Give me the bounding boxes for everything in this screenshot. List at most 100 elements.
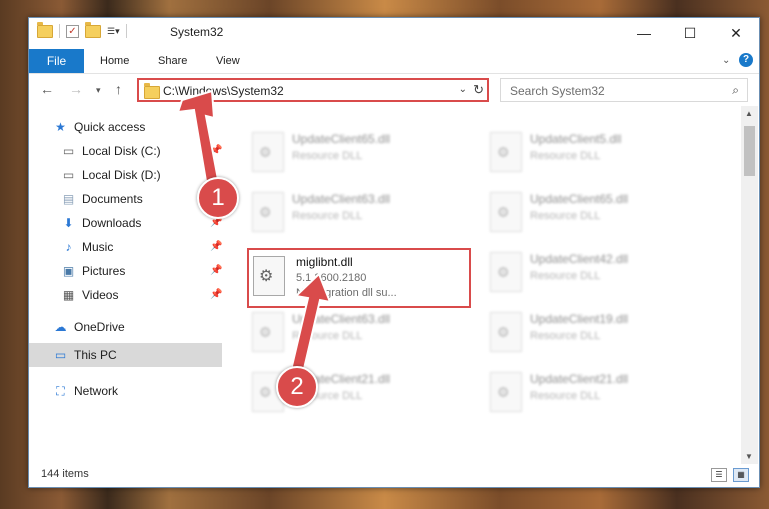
sidebar-item-quick-access[interactable]: ★ Quick access xyxy=(53,115,145,139)
search-input[interactable]: Search System32 ⌕ xyxy=(500,78,748,102)
scroll-down-icon[interactable]: ▼ xyxy=(745,452,753,461)
file-name: UpdateClient5.dll xyxy=(530,132,622,146)
address-path[interactable]: C:\Windows\System32 xyxy=(163,84,284,98)
properties-icon[interactable]: ✓ xyxy=(66,24,79,38)
highlighted-file-miglibnt[interactable]: ⚙ miglibnt.dll 5.1.2600.2180 NT migratio… xyxy=(247,248,471,308)
computer-icon: ▭ xyxy=(54,347,67,362)
sidebar-item-onedrive[interactable]: ☁ OneDrive xyxy=(53,315,125,339)
pin-icon[interactable]: 📌 xyxy=(210,265,222,276)
customize-icon[interactable]: ☰▾ xyxy=(107,26,120,37)
sidebar-item-this-pc[interactable]: ▭ This PC xyxy=(29,343,222,367)
scroll-up-icon[interactable]: ▲ xyxy=(745,109,753,118)
details-view-icon[interactable]: ☰ xyxy=(711,468,727,482)
gear-icon: ⚙ xyxy=(259,268,274,285)
chevron-down-icon[interactable]: ⌄ xyxy=(459,84,467,95)
list-item[interactable]: ⚙ UpdateClient5.dll Resource DLL xyxy=(485,130,705,178)
file-list: ⚙ UpdateClient65.dll Resource DLL ⚙ Upda… xyxy=(225,106,739,464)
file-description: Resource DLL xyxy=(530,390,601,402)
navigation-bar: ← → ▾ ↑ C:\Windows\System32 ⌄ ↻ Search S… xyxy=(29,74,759,106)
file-name: UpdateClient65.dll xyxy=(292,132,391,146)
list-item[interactable]: ⚙ UpdateClient65.dll Resource DLL xyxy=(485,190,705,238)
sidebar-item-label: OneDrive xyxy=(74,320,125,334)
tab-view[interactable]: View xyxy=(216,49,240,73)
sidebar-item-videos[interactable]: ▦ Videos xyxy=(61,283,119,307)
tab-share[interactable]: Share xyxy=(158,49,187,73)
list-item[interactable]: ⚙ UpdateClient19.dll Resource DLL xyxy=(485,310,705,358)
list-item[interactable]: ⚙ UpdateClient63.dll Resource DLL xyxy=(247,190,467,238)
file-description: Resource DLL xyxy=(530,330,601,342)
expand-ribbon-icon[interactable]: ⌄ xyxy=(722,55,730,66)
explorer-window: ✓ ☰▾ System32 — ☐ ✕ File Home Share View… xyxy=(28,17,760,488)
file-version: 5.1.2600.2180 xyxy=(296,272,367,284)
sidebar-item-label: Pictures xyxy=(82,264,126,278)
back-icon[interactable]: ← xyxy=(40,81,54,97)
title-bar: ✓ ☰▾ System32 — ☐ ✕ xyxy=(29,18,759,48)
file-description: Resource DLL xyxy=(292,150,363,162)
sidebar-item-label: Network xyxy=(74,384,119,398)
sidebar-item-documents[interactable]: ▤ Documents xyxy=(61,187,143,211)
sidebar-item-label: Local Disk (C:) xyxy=(82,144,161,158)
pin-icon[interactable]: 📌 xyxy=(210,145,222,156)
refresh-icon[interactable]: ↻ xyxy=(473,82,484,98)
gear-icon: ⚙ xyxy=(259,204,272,220)
gear-icon: ⚙ xyxy=(497,204,510,220)
minimize-button[interactable]: — xyxy=(621,18,667,48)
list-item[interactable]: ⚙ UpdateClient42.dll Resource DLL xyxy=(485,250,705,298)
recent-locations-icon[interactable]: ▾ xyxy=(96,85,101,96)
new-folder-icon[interactable] xyxy=(85,21,101,38)
file-description: NT migration dll su... xyxy=(296,287,397,299)
divider xyxy=(59,24,60,38)
gear-icon: ⚙ xyxy=(497,264,510,280)
file-description: Resource DLL xyxy=(530,210,601,222)
step-badge-2: 2 xyxy=(276,366,318,408)
sidebar-item-network[interactable]: ⛶ Network xyxy=(53,379,118,403)
sidebar-item-label: Quick access xyxy=(74,120,146,134)
search-icon[interactable]: ⌕ xyxy=(732,83,739,98)
gear-icon: ⚙ xyxy=(497,144,510,160)
file-name: UpdateClient63.dll xyxy=(292,192,391,206)
window-title: System32 xyxy=(170,25,224,39)
address-bar[interactable]: C:\Windows\System32 ⌄ ↻ xyxy=(137,78,489,102)
pin-icon[interactable]: 📌 xyxy=(210,289,222,300)
sidebar-item-local-disk-c[interactable]: ▭ Local Disk (C:) xyxy=(61,139,161,163)
gear-icon: ⚙ xyxy=(497,324,510,340)
up-icon[interactable]: ↑ xyxy=(115,81,122,97)
tab-home[interactable]: Home xyxy=(100,49,129,73)
help-icon[interactable]: ? xyxy=(739,53,753,67)
tab-file[interactable]: File xyxy=(29,49,84,73)
navigation-pane: ★ Quick access ▭ Local Disk (C:) 📌 ▭ Loc… xyxy=(29,113,224,453)
sidebar-item-local-disk-d[interactable]: ▭ Local Disk (D:) xyxy=(61,163,161,187)
list-item[interactable]: ⚙ UpdateClient65.dll Resource DLL xyxy=(247,130,467,178)
sidebar-item-pictures[interactable]: ▣ Pictures xyxy=(61,259,126,283)
file-name: UpdateClient65.dll xyxy=(530,192,629,206)
sidebar-item-label: Videos xyxy=(82,288,119,302)
pin-icon[interactable]: 📌 xyxy=(210,241,222,252)
download-icon: ⬇ xyxy=(63,215,74,230)
large-icons-view-icon[interactable]: ▦ xyxy=(733,468,749,482)
close-button[interactable]: ✕ xyxy=(713,18,759,48)
ribbon-tabs: File Home Share View ⌄ ? xyxy=(29,48,759,74)
sidebar-item-label: Documents xyxy=(82,192,143,206)
sidebar-item-label: Downloads xyxy=(82,216,142,230)
maximize-button[interactable]: ☐ xyxy=(667,18,713,48)
documents-icon: ▤ xyxy=(62,191,75,206)
star-icon: ★ xyxy=(55,119,66,134)
sidebar-item-label: This PC xyxy=(74,348,117,362)
search-placeholder: Search System32 xyxy=(510,84,605,98)
sidebar-item-music[interactable]: ♪ Music xyxy=(61,235,114,259)
gear-icon: ⚙ xyxy=(497,384,510,400)
list-item[interactable]: ⚙ UpdateClient21.dll Resource DLL xyxy=(485,370,705,418)
gear-icon: ⚙ xyxy=(259,324,272,340)
scrollbar-thumb[interactable] xyxy=(744,126,755,176)
file-name: UpdateClient63.dll xyxy=(292,312,391,326)
pictures-icon: ▣ xyxy=(62,263,75,278)
file-name: UpdateClient21.dll xyxy=(530,372,629,386)
forward-icon[interactable]: → xyxy=(69,81,83,97)
folder-icon[interactable] xyxy=(37,21,53,38)
videos-icon: ▦ xyxy=(62,287,75,302)
list-item[interactable]: ⚙ UpdateClient63.dll Resource DLL xyxy=(247,310,467,358)
vertical-scrollbar[interactable]: ▲ ▼ xyxy=(741,106,758,464)
file-description: Resource DLL xyxy=(530,270,601,282)
file-description: Resource DLL xyxy=(292,330,363,342)
sidebar-item-downloads[interactable]: ⬇ Downloads xyxy=(61,211,141,235)
